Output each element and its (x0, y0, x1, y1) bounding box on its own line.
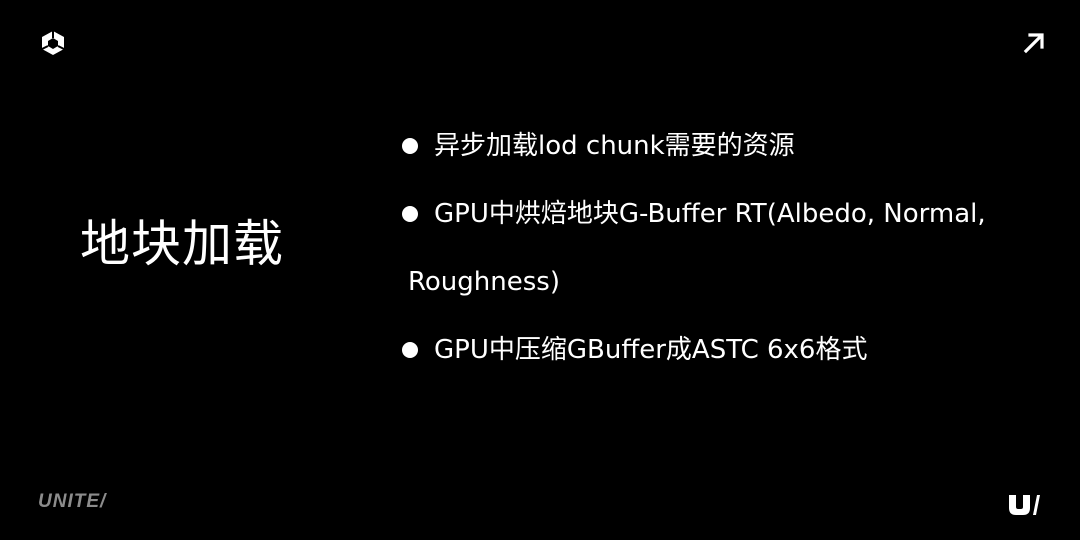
bullet-dot-icon (402, 206, 418, 222)
bullet-text: GPU中烘焙地块G-Buffer RT(Albedo, Normal, (434, 199, 986, 229)
bullet-text: 异步加载lod chunk需要的资源 (434, 131, 795, 161)
bullet-list: 异步加载lod chunk需要的资源 GPU中烘焙地块G-Buffer RT(A… (400, 112, 1040, 384)
bullet-text-continuation: Roughness) (408, 267, 560, 297)
unite-mark-icon (1009, 495, 1040, 515)
bullet-dot-icon (402, 138, 418, 154)
bullet-item: GPU中烘焙地块G-Buffer RT(Albedo, Normal, Roug… (400, 180, 1040, 316)
unite-wordmark: UNITE/ (38, 491, 107, 512)
bullet-item: 异步加载lod chunk需要的资源 (400, 112, 1040, 180)
bullet-dot-icon (402, 342, 418, 358)
unity-cube-logo-icon (41, 31, 65, 55)
bullet-text: GPU中压缩GBuffer成ASTC 6x6格式 (434, 335, 868, 365)
bullet-item: GPU中压缩GBuffer成ASTC 6x6格式 (400, 316, 1040, 384)
slide-title: 地块加载 (80, 215, 284, 273)
arrow-up-right-icon (1023, 33, 1044, 54)
